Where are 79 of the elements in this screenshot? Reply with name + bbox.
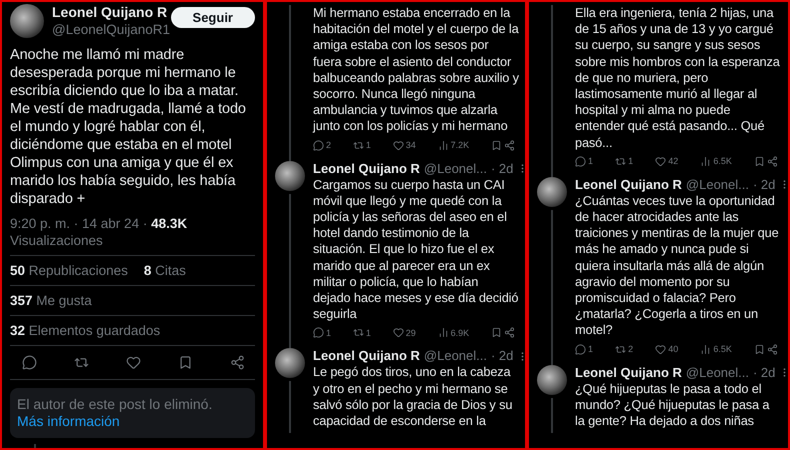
view-count: 6.5K — [713, 156, 732, 166]
bookmark-icon[interactable] — [491, 140, 502, 151]
post-time: · 2d — [752, 364, 776, 381]
views-icon[interactable] — [700, 344, 712, 355]
reply-icon[interactable] — [313, 140, 324, 151]
views-label: Visualizaciones — [10, 232, 255, 256]
avatar[interactable] — [275, 348, 305, 378]
post-text: ¿Cuántas veces tuve la oportunidad de hacer atrocidades ante las traiciones y mentiras de la mujer que más he amado y nunca pude si quiera insultarla más allá de algún agravio del momento por su promiscuidad o falacia? Pero ¿matarla? ¿Cogerla a tiros en un motel? — [575, 192, 780, 339]
views-icon[interactable] — [438, 140, 449, 151]
post-timestamp: 9:20 p. m. · 14 abr 24 · 48.3K — [10, 216, 188, 232]
like-count: 34 — [406, 140, 416, 150]
views-icon[interactable] — [700, 156, 712, 167]
bookmark-icon[interactable] — [754, 344, 765, 355]
repost-count: 2 — [628, 344, 634, 354]
stat-count[interactable]: 357 Me gusta — [10, 293, 92, 308]
share-icon[interactable] — [504, 140, 515, 151]
like-count: 29 — [406, 328, 416, 338]
author-handle[interactable]: @Leonel... — [686, 364, 749, 381]
view-count: 6.9K — [450, 328, 470, 338]
like-icon[interactable] — [392, 327, 404, 338]
stat-count[interactable]: 50 Republicaciones — [10, 263, 128, 278]
reply-count: 1 — [588, 156, 594, 166]
reply-count: 1 — [326, 328, 332, 338]
share-icon[interactable] — [767, 156, 778, 167]
stat-count[interactable]: 8 Citas — [144, 263, 186, 278]
repost-count: 1 — [628, 156, 634, 166]
reply-icon[interactable] — [575, 344, 586, 355]
avatar[interactable] — [537, 364, 567, 395]
repost-icon[interactable] — [352, 140, 364, 151]
share-icon[interactable] — [504, 327, 515, 338]
like-icon[interactable] — [126, 355, 141, 370]
post-text: Anoche me llamó mi madre desesperada porque mi hermano le escribía diciendo que lo iba a matar. Me vestí de madrugada, llamé a todo el mundo y logré hablar con él, diciéndome que estaba en el motel Olimpus con una amiga y que él ex marido los había seguido, les había disparado + — [10, 46, 247, 208]
bookmark-icon[interactable] — [178, 355, 193, 370]
repost-icon[interactable] — [352, 327, 364, 338]
like-icon[interactable] — [392, 140, 404, 151]
stat-count[interactable]: 32 Elementos guardados — [10, 323, 160, 338]
like-count: 40 — [668, 344, 678, 354]
post-time: · 2d — [752, 176, 776, 193]
post-time: · 2d — [490, 348, 514, 364]
reply-icon[interactable] — [575, 156, 586, 167]
share-icon[interactable] — [767, 344, 778, 355]
bookmark-icon[interactable] — [754, 156, 765, 167]
more-info-link[interactable]: Más información — [17, 413, 120, 429]
repost-count: 1 — [366, 328, 371, 338]
repost-count: 1 — [366, 140, 371, 150]
bookmark-icon[interactable] — [491, 327, 502, 338]
author-handle[interactable]: @Leonel... — [424, 160, 487, 177]
post-time: · 2d — [490, 160, 514, 177]
deleted-post-notice: El autor de este post lo eliminó. Más información — [10, 388, 255, 438]
view-count: 7.2K — [450, 140, 470, 150]
views-icon[interactable] — [438, 327, 449, 338]
post-text: Mi hermano estaba encerrado en la habitación del motel y el cuerpo de la amiga estaba con los sesos por fuera sobre el asiento del conductor balbuceando palabras sobre auxilio y socorro. Nunca llegó ninguna ambulancia y tuvimos que alzarla junto con los policías y mi hermano — [313, 5, 519, 135]
reply-count: 1 — [588, 344, 594, 354]
author-name[interactable]: Leonel Quijano R — [313, 160, 420, 177]
post-text: Cargamos su cuerpo hasta un CAI móvil que llegó y me quedé con la policía y las señoras del aseo en el hotel dando testimonio de la situación. El que lo hizo fue el ex marido que al parecer era un ex militar o policía, que lo habían dejado hace meses y ese día decidió seguirla — [313, 176, 519, 322]
post-text: Ella era ingeniera, tenía 2 hijas, una de 15 años y una de 13 y yo cargué su cuerpo, su sangre y sus sesos sobre mis hombros con la esperanza de que no muriera, pero lastimosamente murió al llegar al hospital y mi alma no puede entender qué está pasando... Qué pasó... — [575, 5, 781, 151]
follow-button[interactable]: Seguir — [170, 6, 255, 28]
avatar[interactable] — [275, 160, 305, 191]
like-icon[interactable] — [655, 344, 666, 355]
reply-icon[interactable] — [22, 355, 37, 370]
avatar[interactable] — [537, 176, 567, 207]
like-count: 42 — [668, 156, 678, 166]
author-name[interactable]: Leonel Quijano R — [313, 348, 420, 364]
author-handle[interactable]: @Leonel... — [424, 348, 487, 364]
author-name[interactable]: Leonel Quijano R — [575, 176, 682, 193]
avatar[interactable] — [10, 4, 44, 38]
repost-icon[interactable] — [74, 355, 89, 370]
share-icon[interactable] — [230, 355, 245, 370]
post-text: ¿Qué hijueputas le pasa a todo el mundo? ¿Qué hijueputas le pasa a la gente? Ha dejado a dos niñas — [575, 380, 770, 430]
like-icon[interactable] — [655, 156, 666, 167]
author-handle[interactable]: @Leonel... — [686, 176, 749, 193]
repost-icon[interactable] — [615, 156, 626, 167]
author-handle[interactable]: @LeonelQuijanoR1 — [52, 21, 170, 38]
reply-count: 2 — [326, 140, 332, 150]
author-name[interactable]: Leonel Quijano R — [575, 364, 682, 381]
reply-icon[interactable] — [313, 327, 324, 338]
view-count: 6.5K — [713, 344, 732, 354]
post-text: Le pegó dos tiros, uno en la cabeza y otro en el pecho y mi hermano se salvó sólo por la gracia de Dios y su capacidad de esconderse en la — [313, 364, 514, 430]
repost-icon[interactable] — [615, 344, 626, 355]
